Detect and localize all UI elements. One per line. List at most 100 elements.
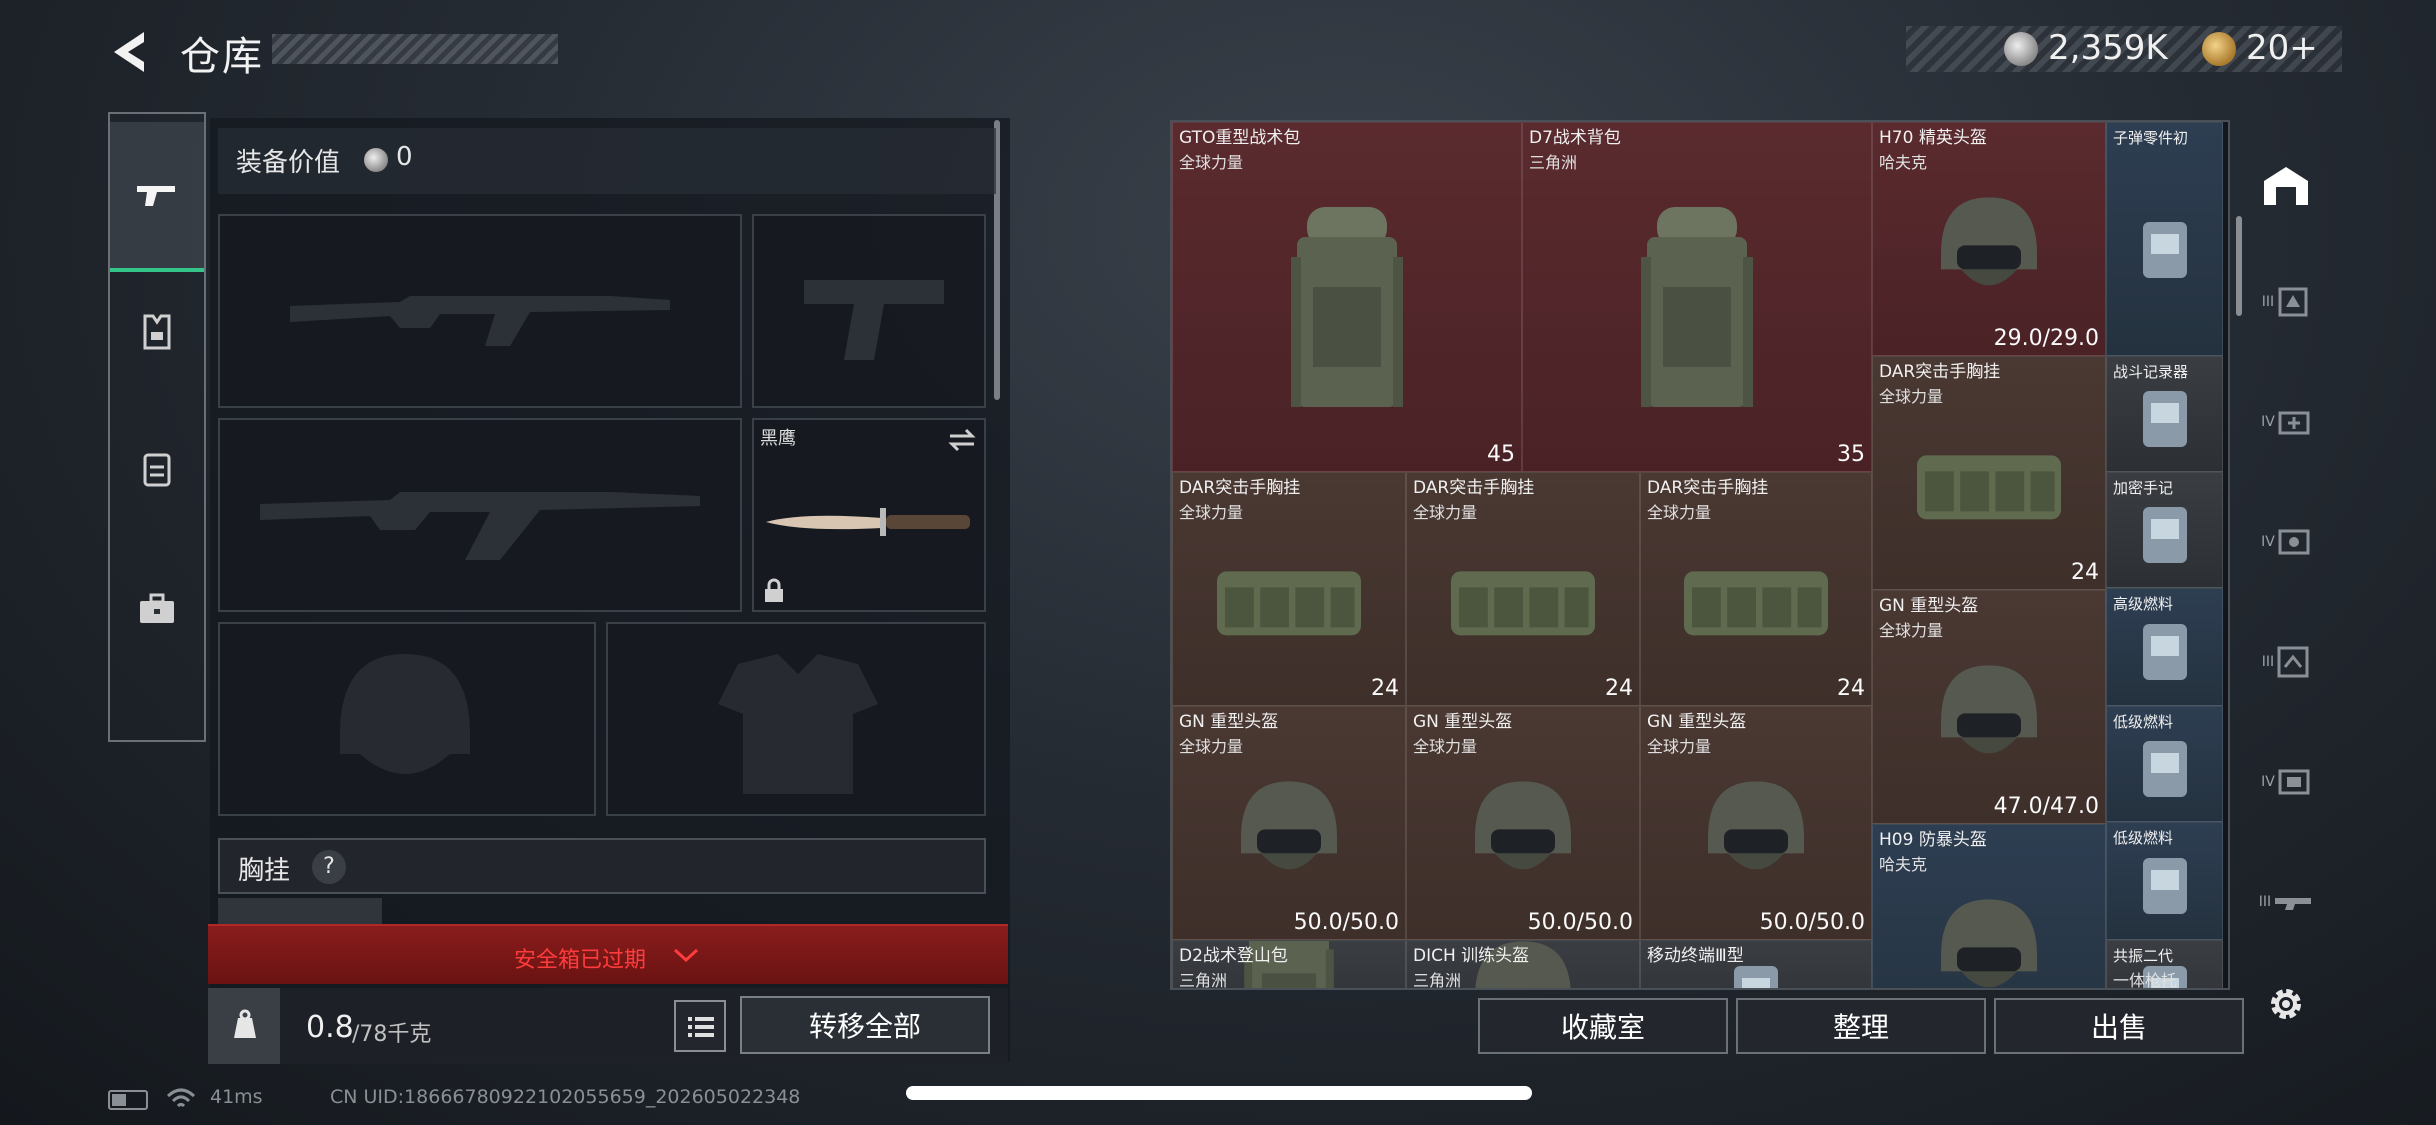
chest-rig-label: 胸挂	[238, 856, 291, 886]
storage-item[interactable]: 战斗记录器	[2106, 356, 2223, 472]
storage-grid: GTO重型战术包 全球力量 45 D7战术背包 三角洲 35 H70 精英头盔 哈夫克 29.0…	[1170, 120, 2230, 990]
transfer-all-button[interactable]: 转移全部	[740, 996, 990, 1054]
gold-amount[interactable]: 20+	[2246, 28, 2318, 68]
rig-icon	[1676, 555, 1836, 646]
helmet-icon	[1929, 891, 2049, 988]
storage-item[interactable]: 移动终端Ⅲ型	[1640, 940, 1872, 988]
item-name: 移动终端Ⅲ型	[1647, 946, 1744, 966]
item-value: 35	[1837, 442, 1865, 467]
storage-item[interactable]: GN 重型头盔 全球力量 50.0/50.0	[1406, 706, 1640, 940]
helmet-icon	[1696, 773, 1816, 896]
storage-item[interactable]: DAR突击手胸挂 全球力量 24	[1406, 472, 1640, 706]
item-brand: 三角洲	[1529, 153, 1578, 172]
weapon-filter-icon	[2275, 898, 2312, 910]
silver-coin-icon	[364, 148, 388, 172]
list-icon	[688, 1017, 714, 1037]
sidearm-slot[interactable]	[752, 214, 986, 408]
item-value: 50.0/50.0	[1759, 910, 1865, 935]
storage-filter-rail: III IV IV III IV III	[2250, 122, 2322, 982]
wifi-icon	[166, 1088, 196, 1108]
rig-icon	[1443, 555, 1603, 646]
backpack-icon	[143, 453, 171, 487]
storage-item[interactable]: 高级燃料	[2106, 588, 2223, 706]
filter-tier-label: III	[2258, 894, 2272, 910]
tab-backpack[interactable]	[110, 404, 204, 534]
filter-armor-iii[interactable]: III	[2250, 252, 2322, 352]
storage-item[interactable]: DAR突击手胸挂 全球力量 24	[1172, 472, 1406, 706]
storage-item[interactable]: DICH 训练头盔 三角洲	[1406, 940, 1640, 988]
filter-weapon-iii[interactable]: III	[2250, 852, 2322, 952]
item-brand: 全球力量	[1647, 503, 1712, 522]
storage-item[interactable]: 子弹零件初	[2106, 122, 2223, 356]
small-icon	[2135, 499, 2195, 573]
equip-value-label: 装备价值	[236, 148, 341, 178]
weight-icon-box	[208, 988, 280, 1064]
body-armor-slot[interactable]	[606, 622, 986, 816]
storage-item[interactable]: 低级燃料	[2106, 822, 2223, 940]
item-name: 高级燃料	[2113, 595, 2174, 613]
storage-item[interactable]: 共振二代 一体枪托	[2106, 940, 2223, 990]
medkit-filter-icon	[2278, 411, 2310, 435]
storage-item[interactable]: D2战术登山包 三角洲	[1172, 940, 1406, 988]
back-button[interactable]	[104, 26, 156, 78]
item-name: GN 重型头盔	[1179, 712, 1279, 732]
swap-icon[interactable]	[946, 426, 978, 454]
ammo-filter-icon	[2278, 769, 2310, 795]
helmet-slot[interactable]	[218, 622, 596, 816]
armor-vest-icon	[143, 314, 171, 350]
collection-room-button[interactable]: 收藏室	[1478, 998, 1728, 1054]
helmet-silhouette-icon	[340, 654, 470, 774]
rig-subslot	[218, 898, 382, 924]
item-value: 50.0/50.0	[1293, 910, 1399, 935]
storage-item[interactable]: GN 重型头盔 全球力量 50.0/50.0	[1640, 706, 1872, 940]
armor-filter-icon	[2278, 287, 2308, 317]
help-icon[interactable]: ?	[312, 850, 346, 884]
tab-armor[interactable]	[110, 272, 204, 392]
sort-button[interactable]: 整理	[1736, 998, 1986, 1054]
item-value: 24	[1605, 676, 1633, 701]
primary-weapon-slot[interactable]	[218, 214, 742, 408]
storage-item[interactable]: D7战术背包 三角洲 35	[1522, 122, 1872, 472]
equip-value: 0	[396, 142, 413, 172]
filter-key-iii[interactable]: III	[2250, 612, 2322, 712]
list-view-button[interactable]	[674, 1000, 726, 1052]
storage-item[interactable]: DAR突击手胸挂 全球力量 24	[1872, 356, 2106, 590]
item-brand: 一体枪托	[2113, 971, 2178, 990]
storage-item[interactable]: GN 重型头盔 全球力量 47.0/47.0	[1872, 590, 2106, 824]
melee-slot[interactable]: 黑鹰	[752, 418, 986, 612]
key-filter-icon	[2277, 646, 2309, 678]
secondary-weapon-slot[interactable]	[218, 418, 742, 612]
storage-scrollbar[interactable]	[2236, 216, 2242, 316]
item-brand: 全球力量	[1879, 621, 1944, 640]
storage-item[interactable]: 加密手记	[2106, 472, 2223, 588]
storage-item[interactable]: H70 精英头盔 哈夫克 29.0/29.0	[1872, 122, 2106, 356]
silver-amount: 2,359K	[2048, 28, 2168, 68]
settings-button[interactable]	[2262, 980, 2310, 1028]
filter-tier-label: IV	[2261, 414, 2275, 430]
item-brand: 全球力量	[1179, 503, 1244, 522]
silver-coin-icon	[2004, 32, 2038, 66]
item-value: 24	[1371, 676, 1399, 701]
storage-item[interactable]: 低级燃料	[2106, 706, 2223, 822]
storage-item[interactable]: GTO重型战术包 全球力量 45	[1172, 122, 1522, 472]
small-icon	[2135, 850, 2195, 924]
chest-rig-row[interactable]: 胸挂 ?	[218, 838, 986, 894]
filter-ammo-iv[interactable]: IV	[2250, 732, 2322, 832]
item-brand: 全球力量	[1413, 503, 1478, 522]
tab-case[interactable]	[110, 544, 204, 674]
filter-gear-iv[interactable]: IV	[2250, 492, 2322, 592]
home-indicator[interactable]	[906, 1086, 1532, 1100]
sell-button[interactable]: 出售	[1994, 998, 2244, 1054]
storage-item[interactable]: H09 防暴头盔 哈夫克	[1872, 824, 2106, 988]
tab-weapons[interactable]	[110, 122, 204, 272]
item-brand: 哈夫克	[1879, 153, 1928, 172]
storage-item[interactable]: GN 重型头盔 全球力量 50.0/50.0	[1172, 706, 1406, 940]
filter-medical-iv[interactable]: IV	[2250, 372, 2322, 472]
storage-item[interactable]: DAR突击手胸挂 全球力量 24	[1640, 472, 1872, 706]
filter-all[interactable]	[2250, 136, 2322, 236]
item-value: 50.0/50.0	[1527, 910, 1633, 935]
secure-case-warning-bar[interactable]: 安全箱已过期	[208, 924, 1008, 984]
item-brand: 全球力量	[1647, 737, 1712, 756]
secure-case-warning: 安全箱已过期	[514, 948, 647, 973]
item-value: 45	[1487, 442, 1515, 467]
